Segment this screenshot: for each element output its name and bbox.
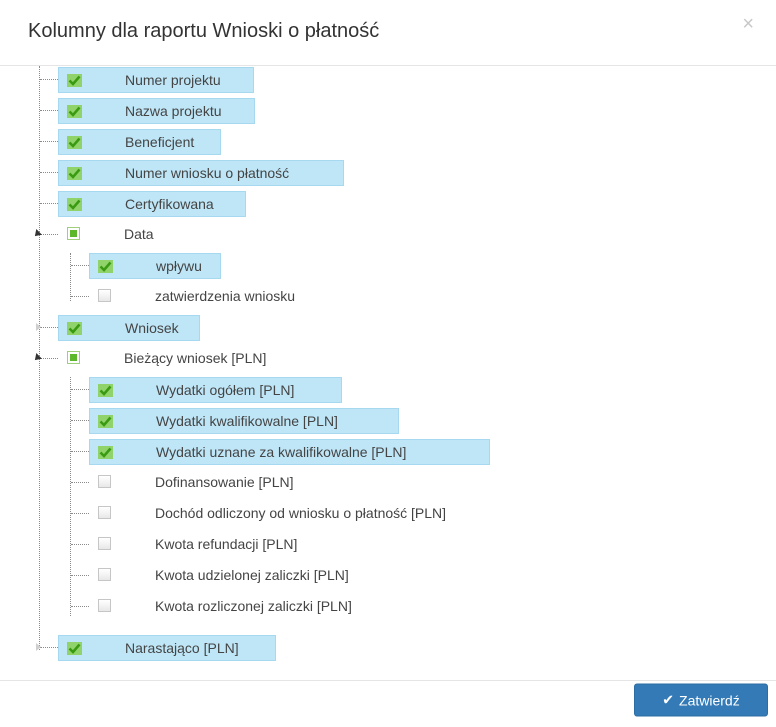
dialog-title: Kolumny dla raportu Wnioski o płatność xyxy=(28,20,380,42)
tree-node-kwota-refundacji[interactable]: Kwota refundacji [PLN] xyxy=(89,532,389,558)
tree-row-wydatki-uznane: Wydatki uznane za kwalifikowalne [PLN] xyxy=(0,436,776,467)
tree-node-numer-wniosku[interactable]: Numer wniosku o płatność xyxy=(58,160,344,186)
tree-node-label: Dochód odliczony od wniosku o płatność [… xyxy=(155,505,447,521)
tree-node-label: Kwota refundacji [PLN] xyxy=(155,536,298,552)
tree-node-wydatki-ogolem[interactable]: Wydatki ogółem [PLN] xyxy=(89,377,342,403)
tree-row-dofinansowanie: Dofinansowanie [PLN] xyxy=(0,467,776,498)
tree-row-numer-projektu: Numer projektu xyxy=(0,64,776,95)
tree-node-wydatki-uznane[interactable]: Wydatki uznane za kwalifikowalne [PLN] xyxy=(89,439,490,465)
tree-node-label: Wydatki ogółem [PLN] xyxy=(156,382,295,398)
tree-node-label: Wydatki kwalifikowalne [PLN] xyxy=(156,413,338,429)
tree-node-certyfikowana[interactable]: Certyfikowana xyxy=(58,191,246,217)
tree-node-data[interactable]: Data xyxy=(58,222,178,248)
tree-row-nazwa-projektu: Nazwa projektu xyxy=(0,95,776,126)
tree-node-numer-projektu[interactable]: Numer projektu xyxy=(58,67,254,93)
tree-row-beneficjent: Beneficjent xyxy=(0,126,776,157)
tree-node-label: Wydatki uznane za kwalifikowalne [PLN] xyxy=(156,444,407,460)
tree-node-label: Wniosek xyxy=(125,320,179,336)
close-icon[interactable]: × xyxy=(742,14,754,34)
checkbox-partial-icon[interactable] xyxy=(67,351,80,364)
checkbox-checked-icon[interactable] xyxy=(98,415,113,428)
checkbox-checked-icon[interactable] xyxy=(67,322,82,335)
columns-tree: Numer projektu Nazwa projektu Beneficjen… xyxy=(0,66,776,680)
tree-row-dochod-odliczony: Dochód odliczony od wniosku o płatność [… xyxy=(0,498,776,529)
checkbox-checked-icon[interactable] xyxy=(67,136,82,149)
tree-row-kwota-refundacji: Kwota refundacji [PLN] xyxy=(0,529,776,560)
checkbox-unchecked-icon[interactable] xyxy=(98,537,111,550)
tree-node-label: Kwota udzielonej zaliczki [PLN] xyxy=(155,567,349,583)
tree-row-numer-wniosku: Numer wniosku o płatność xyxy=(0,157,776,188)
tree-node-kwota-rozliczonej-zaliczki[interactable]: Kwota rozliczonej zaliczki [PLN] xyxy=(89,594,429,620)
checkbox-unchecked-icon[interactable] xyxy=(98,506,111,519)
checkbox-checked-icon[interactable] xyxy=(98,260,113,273)
expand-triangle-icon[interactable] xyxy=(32,229,42,239)
tree-row-wydatki-ogolem: Wydatki ogółem [PLN] xyxy=(0,374,776,405)
tree-row-wniosek: Wniosek xyxy=(0,312,776,343)
checkbox-unchecked-icon[interactable] xyxy=(98,568,111,581)
tree-node-label: Beneficjent xyxy=(125,134,195,150)
check-icon: ✔ xyxy=(662,691,675,708)
tree-node-dochod-odliczony[interactable]: Dochód odliczony od wniosku o płatność [… xyxy=(89,501,569,527)
collapsed-triangle-icon[interactable] xyxy=(36,323,41,331)
checkbox-unchecked-icon[interactable] xyxy=(98,599,111,612)
confirm-button-label: Zatwierdź xyxy=(679,692,740,708)
checkbox-checked-icon[interactable] xyxy=(67,167,82,180)
tree-node-narastajaco[interactable]: Narastająco [PLN] xyxy=(58,635,276,661)
tree-row-kwota-rozliczonej-zaliczki: Kwota rozliczonej zaliczki [PLN] xyxy=(0,591,776,622)
checkbox-unchecked-icon[interactable] xyxy=(98,475,111,488)
tree-row-wydatki-kwalifikowalne: Wydatki kwalifikowalne [PLN] xyxy=(0,405,776,436)
tree-node-kwota-udzielonej-zaliczki[interactable]: Kwota udzielonej zaliczki [PLN] xyxy=(89,563,429,589)
dialog-header: Kolumny dla raportu Wnioski o płatność × xyxy=(0,0,776,66)
checkbox-checked-icon[interactable] xyxy=(67,198,82,211)
checkbox-checked-icon[interactable] xyxy=(67,642,82,655)
tree-node-beneficjent[interactable]: Beneficjent xyxy=(58,129,221,155)
checkbox-unchecked-icon[interactable] xyxy=(98,289,111,302)
tree-node-label: Certyfikowana xyxy=(125,196,214,212)
tree-node-wplywu[interactable]: wpływu xyxy=(89,253,221,279)
tree-node-biezacy-wniosek[interactable]: Bieżący wniosek [PLN] xyxy=(58,346,358,372)
tree-row-narastajaco: Narastająco [PLN] xyxy=(0,632,776,663)
tree-node-wniosek[interactable]: Wniosek xyxy=(58,315,200,341)
tree-node-label: Nazwa projektu xyxy=(125,103,222,119)
tree-node-label: Numer wniosku o płatność xyxy=(125,165,290,181)
collapsed-triangle-icon[interactable] xyxy=(36,643,41,651)
tree-node-label: Numer projektu xyxy=(125,72,221,88)
tree-node-dofinansowanie[interactable]: Dofinansowanie [PLN] xyxy=(89,470,389,496)
tree-node-zatwierdzenia-wniosku[interactable]: zatwierdzenia wniosku xyxy=(89,284,389,310)
checkbox-checked-icon[interactable] xyxy=(98,384,113,397)
expand-triangle-icon[interactable] xyxy=(32,353,42,363)
tree-node-label: zatwierdzenia wniosku xyxy=(155,288,296,304)
checkbox-checked-icon[interactable] xyxy=(67,105,82,118)
checkbox-checked-icon[interactable] xyxy=(67,74,82,87)
tree-node-label: Narastająco [PLN] xyxy=(125,640,239,656)
confirm-button[interactable]: ✔ Zatwierdź xyxy=(634,683,768,717)
tree-node-label: wpływu xyxy=(156,258,202,274)
tree-row-kwota-udzielonej-zaliczki: Kwota udzielonej zaliczki [PLN] xyxy=(0,560,776,591)
tree-node-label: Bieżący wniosek [PLN] xyxy=(124,350,267,366)
tree-node-label: Kwota rozliczonej zaliczki [PLN] xyxy=(155,598,352,614)
tree-node-label: Data xyxy=(124,226,154,242)
tree-row-data: Data xyxy=(0,219,776,250)
tree-node-label: Dofinansowanie [PLN] xyxy=(155,474,294,490)
checkbox-checked-icon[interactable] xyxy=(98,446,113,459)
tree-row-certyfikowana: Certyfikowana xyxy=(0,188,776,219)
checkbox-partial-icon[interactable] xyxy=(67,227,80,240)
tree-row-biezacy-wniosek: Bieżący wniosek [PLN] xyxy=(0,343,776,374)
tree-node-nazwa-projektu[interactable]: Nazwa projektu xyxy=(58,98,255,124)
tree-row-zatwierdzenia-wniosku: zatwierdzenia wniosku xyxy=(0,281,776,312)
tree-row-wplywu: wpływu xyxy=(0,250,776,281)
tree-node-wydatki-kwalifikowalne[interactable]: Wydatki kwalifikowalne [PLN] xyxy=(89,408,399,434)
